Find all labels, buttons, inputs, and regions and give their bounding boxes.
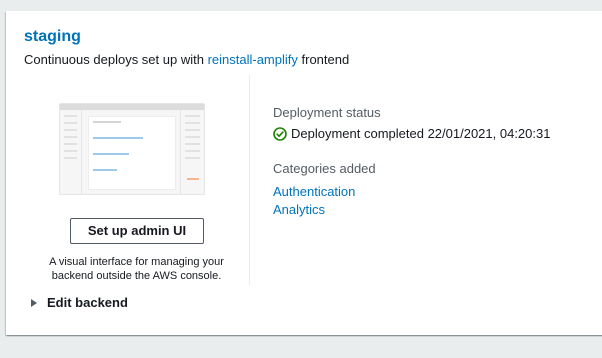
illustration-line — [93, 121, 121, 123]
deployment-status-label: Deployment status — [273, 105, 381, 120]
column-divider — [249, 75, 250, 285]
check-circle-icon — [273, 127, 287, 141]
admin-ui-description-line: A visual interface for managing your — [49, 256, 224, 268]
set-up-admin-ui-button[interactable]: Set up admin UI — [70, 218, 204, 244]
deployment-info: Deployment status Deployment completed 2… — [273, 105, 593, 219]
edit-backend-label: Edit backend — [47, 295, 128, 310]
caret-right-icon — [31, 298, 37, 307]
subtitle-suffix: frontend — [301, 52, 350, 67]
deployment-status-text: Deployment completed 22/01/2021, 04:20:3… — [291, 126, 551, 141]
admin-ui-panel: Set up admin UI A visual interface for m… — [24, 73, 249, 285]
admin-ui-illustration — [59, 103, 205, 195]
illustration-content — [88, 116, 176, 190]
admin-ui-description: A visual interface for managing your bac… — [24, 255, 249, 283]
edit-backend-expander[interactable]: Edit backend — [31, 295, 128, 310]
category-link-authentication[interactable]: Authentication — [273, 183, 593, 201]
illustration-accent — [187, 178, 199, 180]
backend-environment-card: staging Continuous deploys set up with r… — [6, 11, 602, 335]
illustration-right-panel — [180, 110, 204, 194]
deployment-status: Deployment completed 22/01/2021, 04:20:3… — [273, 126, 593, 142]
illustration-line — [93, 137, 143, 139]
illustration-sidebar — [60, 110, 82, 194]
illustration-line — [93, 169, 117, 171]
categories-list: Authentication Analytics — [273, 183, 593, 219]
admin-ui-description-line: backend outside the AWS console. — [51, 270, 222, 282]
illustration-line — [93, 153, 129, 155]
category-link-analytics[interactable]: Analytics — [273, 201, 593, 219]
subtitle-prefix: Continuous deploys set up with — [24, 52, 204, 67]
categories-label: Categories added — [273, 161, 376, 176]
environment-name-link[interactable]: staging — [24, 28, 81, 46]
environment-subtitle: Continuous deploys set up with reinstall… — [24, 52, 349, 67]
frontend-app-link[interactable]: reinstall-amplify — [208, 52, 298, 67]
